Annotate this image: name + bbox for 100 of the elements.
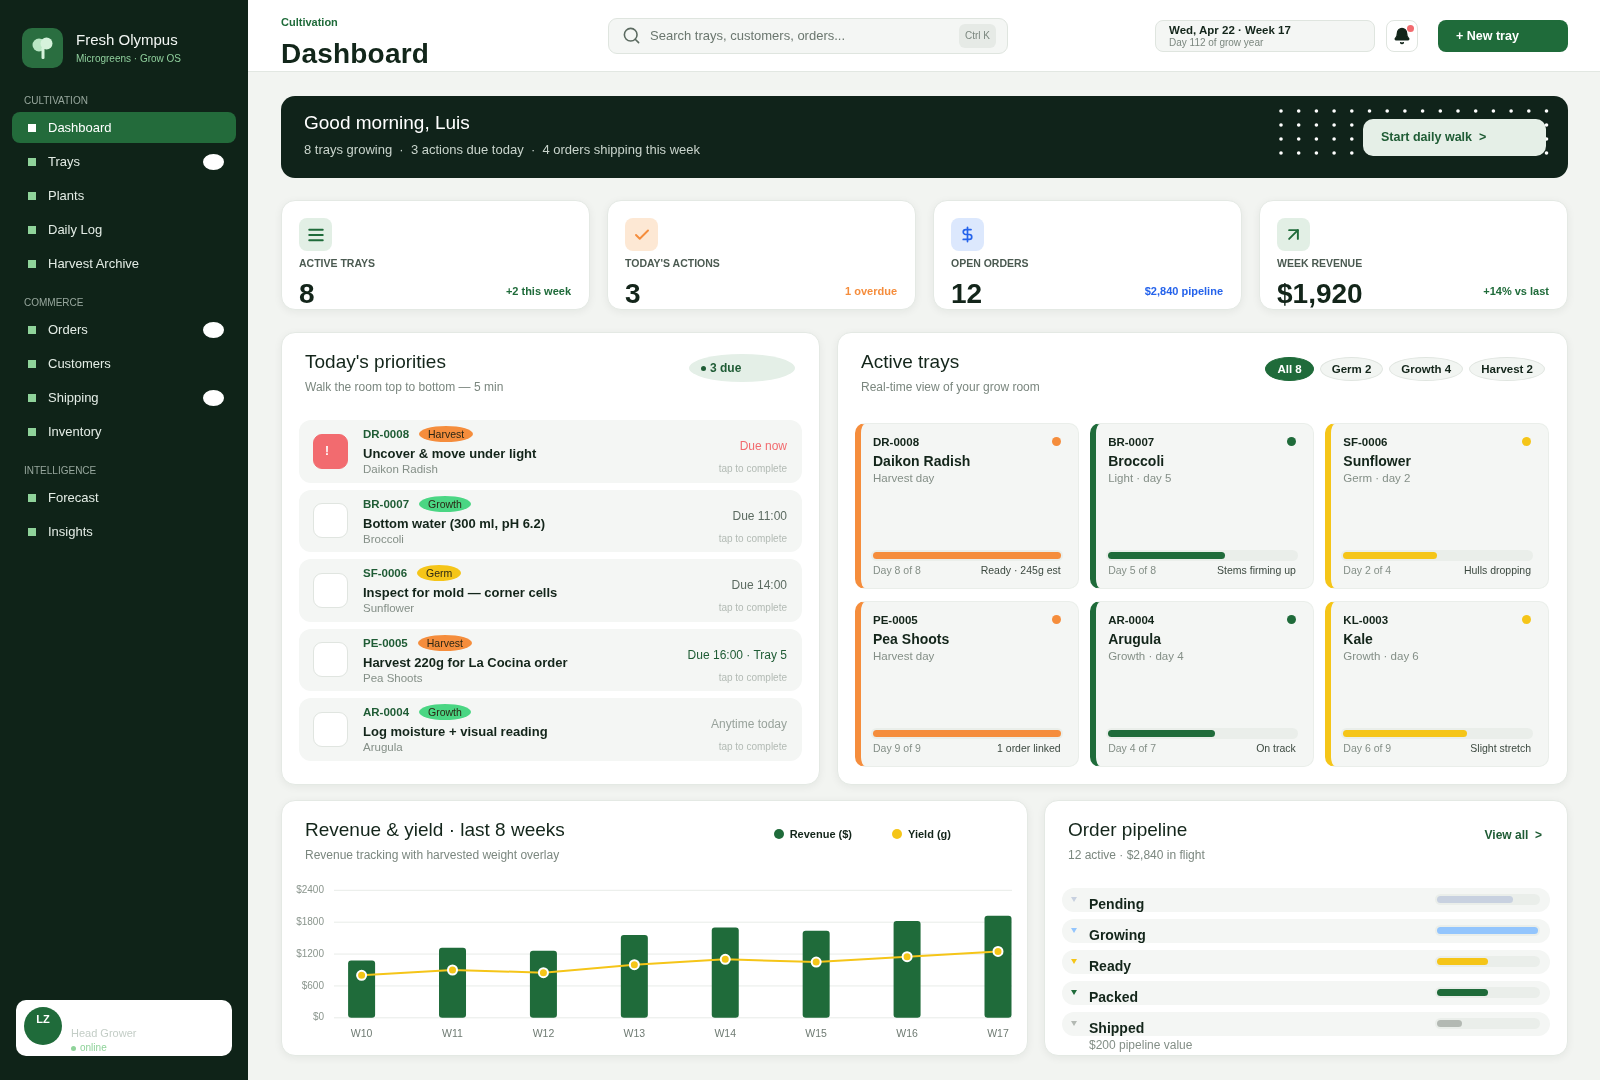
tray-card[interactable]: PE-0005 Pea Shoots Harvest day Day 9 of 9 1 order linked: [855, 601, 1079, 767]
tray-note: Ready · 245g est: [980, 563, 1061, 577]
nav-item[interactable]: Inventory: [12, 416, 236, 447]
greeting-title: Good morning, Luis: [304, 111, 471, 135]
tap-hint: tap to complete: [718, 741, 787, 753]
bullet-icon: [28, 123, 36, 132]
axis-label: $0: [312, 1011, 324, 1023]
breadcrumb: Cultivation: [281, 15, 339, 29]
task-row[interactable]: AR-0004 Growth Log moisture + visual reading Arugula Anytime today tap to complete: [299, 698, 802, 761]
tray-name: Daikon Radish: [873, 452, 972, 470]
task-title: Uncover & move under light: [363, 445, 538, 463]
stage-label: Pending: [1089, 895, 1146, 912]
avatar: LZ: [24, 1007, 62, 1045]
task-row[interactable]: SF-0006 Germ Inspect for mold — corner cells Sunflower Due 14:00 tap to complete: [299, 559, 802, 622]
task-title: Inspect for mold — corner cells: [363, 584, 559, 602]
tray-card[interactable]: SF-0006 Sunflower Germ · day 2 Day 2 of 4 Hulls dropping: [1325, 423, 1549, 589]
due-time: Due 11:00: [732, 508, 787, 524]
view-all-link[interactable]: View all >: [1484, 828, 1542, 842]
tray-day: Day 2 of 4: [1343, 563, 1392, 577]
task-checkbox[interactable]: [313, 642, 348, 678]
bullet-icon: [28, 393, 36, 402]
due-time: Due now: [739, 439, 787, 454]
bell-icon: [1393, 26, 1411, 45]
task-id: PE-0005: [363, 636, 408, 649]
bullet-icon: [28, 325, 36, 334]
panel-title: Revenue & yield · last 8 weeks: [305, 818, 565, 842]
stat-value: 3: [625, 279, 641, 309]
legend-label: Revenue ($): [789, 828, 852, 840]
task-row[interactable]: PE-0005 Harvest Harvest 220g for La Cocina order Pea Shoots Due 16:00 · Tray 5 tap to complete: [299, 628, 802, 691]
nav-item[interactable]: Customers: [12, 348, 236, 379]
axis-label: W14: [714, 1026, 737, 1039]
nav-item[interactable]: Daily Log: [12, 214, 236, 245]
tray-card[interactable]: AR-0004 Arugula Growth · day 4 Day 4 of 7 On track: [1090, 601, 1314, 767]
tray-note: Stems firming up: [1217, 563, 1296, 577]
revenue-bar: [348, 960, 376, 1018]
stat-label: WEEK REVENUE: [1277, 257, 1364, 269]
task-row[interactable]: ! DR-0008 Harvest Uncover & move under light Daikon Radish Due now tap to complete: [299, 420, 802, 483]
filter-chip[interactable]: Germ 2: [1319, 357, 1384, 381]
stage-label: Shipped: [1089, 1019, 1146, 1036]
filter-chip[interactable]: Harvest 2: [1469, 357, 1545, 381]
tray-card[interactable]: KL-0003 Kale Growth · day 6 Day 6 of 9 Slight stretch: [1325, 601, 1549, 767]
filter-chip[interactable]: All 8: [1265, 357, 1314, 381]
nav-item[interactable]: Trays: [12, 146, 236, 177]
stat-label: TODAY'S ACTIONS: [625, 257, 721, 269]
bullet-icon: [28, 527, 36, 536]
due-time: Due 14:00: [731, 578, 787, 593]
tray-card[interactable]: BR-0007 Broccoli Light · day 5 Day 5 of 8 Stems firming up: [1090, 423, 1314, 589]
nav-item[interactable]: Forecast: [12, 482, 236, 513]
start-walk-button[interactable]: Start daily walk >: [1363, 118, 1546, 156]
legend-dot-icon: [892, 829, 902, 839]
axis-label: $2400: [296, 883, 324, 895]
stat-label: ACTIVE TRAYS: [299, 257, 377, 269]
plant-name: Pea Shoots: [363, 670, 424, 685]
legend-dot-icon: [773, 829, 784, 839]
yield-point: [628, 959, 640, 971]
yield-point: [537, 967, 549, 979]
task-row[interactable]: BR-0007 Growth Bottom water (300 ml, pH 6.2) Broccoli Due 11:00 tap to complete: [299, 489, 802, 552]
search-input[interactable]: Search trays, customers, orders...: [650, 26, 950, 45]
axis-label: W10: [350, 1026, 373, 1039]
stat-value: $1,920: [1277, 279, 1363, 309]
plant-name: Daikon Radish: [363, 462, 439, 477]
tap-hint: tap to complete: [718, 671, 787, 684]
axis-label: $1200: [296, 947, 324, 959]
nav-item[interactable]: Orders: [12, 314, 236, 345]
bullet-icon: [28, 427, 36, 436]
new-tray-button[interactable]: + New tray: [1438, 19, 1568, 52]
task-checkbox[interactable]: [313, 572, 348, 608]
plant-name: Arugula: [363, 740, 404, 755]
tray-note: Slight stretch: [1470, 741, 1531, 755]
panel-subtitle: Revenue tracking with harvested weight overlay: [305, 847, 561, 863]
tray-day: Day 4 of 7: [1108, 741, 1157, 755]
tray-stage: Harvest day: [873, 649, 936, 664]
tray-name: Sunflower: [1343, 452, 1412, 470]
revenue-bar: [529, 950, 557, 1018]
bullet-icon: [28, 493, 36, 502]
shortcut-key: Ctrl K: [959, 23, 996, 48]
nav-item[interactable]: Plants: [12, 180, 236, 211]
filter-chip[interactable]: Growth 4: [1389, 357, 1464, 381]
nav-item[interactable]: Harvest Archive: [12, 248, 236, 279]
tray-id: BR-0007: [1108, 435, 1155, 450]
notifications-button[interactable]: [1386, 19, 1418, 52]
yield-point: [719, 953, 731, 965]
nav-item[interactable]: Insights: [12, 516, 236, 547]
dot-icon: [701, 365, 706, 371]
nav-item[interactable]: Shipping: [12, 382, 236, 413]
brand-name: Fresh Olympus: [76, 31, 179, 49]
summary-text: 8 trays growing · 3 actions due today · 4 orders shipping this week: [304, 141, 700, 159]
task-checkbox[interactable]: [313, 711, 348, 747]
task-title: Harvest 220g for La Cocina order: [363, 653, 569, 671]
user-role: Head Grower: [71, 1027, 137, 1040]
tray-id: AR-0004: [1108, 613, 1155, 628]
stage-tag: Growth: [419, 495, 471, 512]
tray-card[interactable]: DR-0008 Daikon Radish Harvest day Day 8 of 8 Ready · 245g est: [855, 423, 1079, 589]
list-icon: [299, 218, 332, 251]
tree-icon: [22, 28, 63, 68]
axis-label: W15: [805, 1026, 827, 1039]
task-checkbox[interactable]: [313, 503, 348, 539]
tray-day: Day 5 of 8: [1108, 563, 1157, 577]
nav-item[interactable]: Dashboard: [12, 112, 236, 143]
axis-label: $1800: [296, 915, 324, 927]
